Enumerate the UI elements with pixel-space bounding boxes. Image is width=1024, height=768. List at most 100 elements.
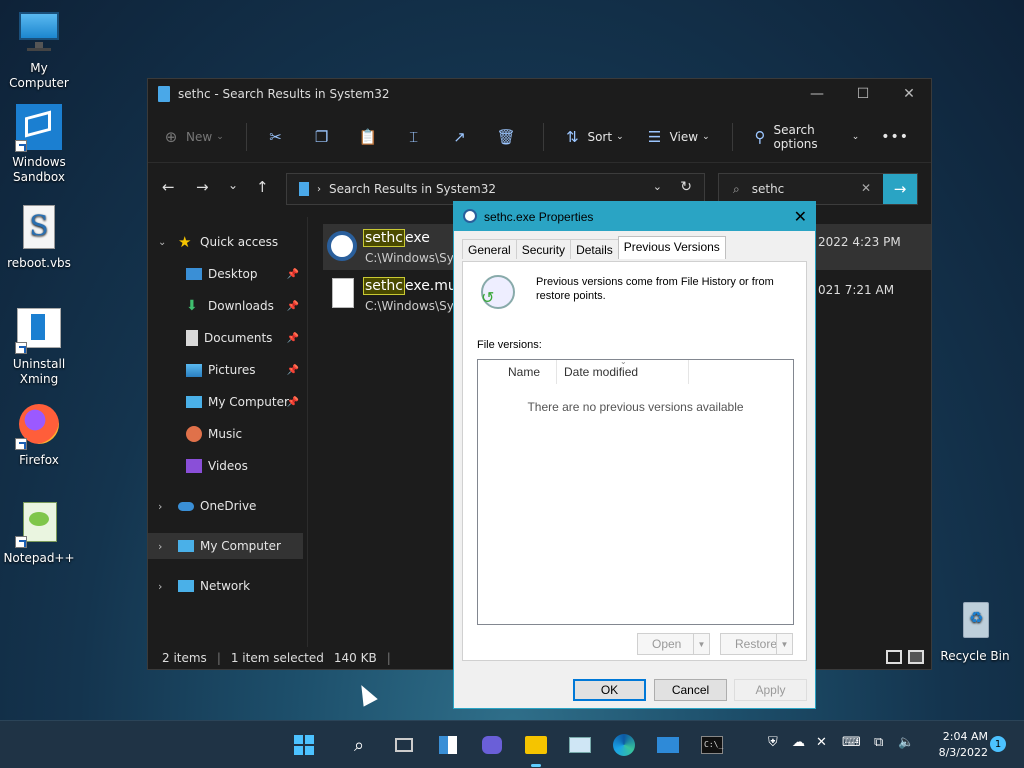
file-versions-list[interactable]: Name Date modified ⌄ There are no previo… (477, 357, 794, 625)
desktop-icon-windows-sandbox[interactable]: Windows Sandbox (0, 104, 78, 185)
more-options-button[interactable]: ••• (881, 129, 909, 145)
empty-versions-message: There are no previous versions available (527, 400, 744, 414)
address-dropdown-icon[interactable]: ⌄ (653, 180, 662, 193)
nav-music[interactable]: Music (148, 421, 303, 447)
xming-icon[interactable]: ✕ (816, 735, 827, 750)
previous-versions-info: Previous versions come from File History… (536, 276, 774, 302)
terminal-icon: C:\_ (701, 736, 723, 754)
tab-previous-versions[interactable]: Previous Versions (617, 236, 726, 259)
nav-onedrive[interactable]: › OneDrive (148, 493, 303, 519)
toolbar-divider (245, 122, 247, 151)
file-explorer-taskbar-button[interactable] (522, 731, 550, 767)
desktop-icon-my-computer[interactable]: My Computer (0, 10, 78, 91)
keyboard-icon[interactable]: ⌨ (842, 735, 861, 750)
sort-button[interactable]: ⇅ Sort ⌄ (563, 128, 623, 146)
recent-chevron-icon[interactable]: ⌄ (228, 178, 238, 192)
defender-shield-icon[interactable]: ⛨ (768, 735, 778, 750)
desktop-icon-reboot-vbs[interactable]: S reboot.vbs (0, 205, 78, 271)
copy-icon: ❐ (314, 127, 329, 146)
maximize-button[interactable]: ☐ (840, 79, 886, 109)
clear-search-icon[interactable]: ✕ (861, 181, 871, 195)
cloud-icon (178, 501, 194, 511)
back-arrow-icon[interactable]: ← (162, 178, 175, 196)
system-clock[interactable]: 2:04 AM 8/3/2022 (939, 729, 988, 761)
dialog-title: sethc.exe Properties (484, 209, 594, 224)
tiles-view-icon[interactable] (908, 650, 924, 664)
pin-icon: 📌 (286, 300, 299, 312)
plus-icon: ⊕ (164, 127, 178, 146)
mail-button[interactable] (654, 731, 682, 759)
desktop-icon-uninstall-xming[interactable]: Uninstall Xming (0, 306, 78, 387)
tab-security[interactable]: Security (515, 239, 572, 259)
dialog-tabs: General Security Details Previous Versio… (462, 236, 726, 259)
terminal-button[interactable]: C:\_ (698, 731, 726, 759)
nav-network[interactable]: › Network (148, 573, 303, 599)
delete-button[interactable]: 🗑 (497, 128, 521, 146)
nav-quick-access[interactable]: ⌄ ★ Quick access (148, 229, 303, 255)
notification-badge[interactable]: 1 (990, 736, 1006, 752)
dialog-title-bar: sethc.exe Properties ✕ (454, 202, 815, 231)
monitor-icon (178, 540, 194, 552)
widgets-button[interactable] (434, 731, 462, 759)
rename-icon: ⌶ (409, 127, 419, 146)
start-button[interactable] (290, 731, 318, 759)
forward-arrow-icon[interactable]: → (196, 178, 209, 196)
nav-videos[interactable]: Videos (148, 453, 303, 479)
close-button[interactable]: ✕ (886, 79, 932, 109)
column-header-date-modified[interactable]: Date modified (564, 360, 638, 384)
paste-button[interactable]: 📋 (359, 128, 383, 146)
nav-desktop[interactable]: Desktop 📌 (148, 261, 303, 287)
view-button[interactable]: ☰ View ⌄ (646, 128, 710, 146)
nav-downloads[interactable]: ⬇ Downloads 📌 (148, 293, 303, 319)
refresh-icon[interactable]: ↻ (680, 179, 692, 195)
desktop-icon-notepadpp[interactable]: Notepad++ (0, 500, 78, 566)
clipboard-icon: 📋 (358, 127, 378, 146)
nav-pane-divider (307, 217, 308, 647)
new-button[interactable]: ⊕ New ⌄ (162, 128, 224, 146)
cut-button[interactable]: ✂ (267, 128, 291, 146)
download-icon: ⬇ (186, 298, 198, 314)
dropdown-triangle-icon[interactable]: ▼ (693, 634, 709, 654)
file-versions-label: File versions: (477, 339, 542, 351)
up-arrow-icon[interactable]: ↑ (256, 178, 269, 196)
desktop-icon-firefox[interactable]: Firefox (0, 402, 78, 468)
dialog-close-button[interactable]: ✕ (794, 207, 807, 227)
volume-icon[interactable]: 🔈 (898, 735, 914, 750)
nav-pictures[interactable]: Pictures 📌 (148, 357, 303, 383)
column-header-name[interactable]: Name (508, 360, 540, 384)
nav-documents[interactable]: Documents 📌 (148, 325, 303, 351)
nav-my-computer[interactable]: › My Computer (148, 533, 303, 559)
network-status-icon[interactable]: ⧉ (874, 735, 883, 750)
folder-icon (299, 182, 309, 196)
details-view-icon[interactable] (886, 650, 902, 664)
nav-my-computer-pinned[interactable]: My Computer 📌 (148, 389, 303, 415)
dropdown-triangle-icon[interactable]: ▼ (776, 634, 792, 654)
edge-browser-button[interactable] (610, 731, 638, 759)
restore-split-button[interactable]: Restore ▼ (720, 633, 793, 655)
desktop-icon-recycle-bin[interactable]: ♻ Recycle Bin (936, 598, 1014, 664)
ok-button[interactable]: OK (573, 679, 646, 701)
rename-button[interactable]: ⌶ (405, 128, 429, 146)
search-taskbar-button[interactable]: ⌕ (345, 731, 373, 759)
trash-icon: 🗑 (496, 127, 516, 146)
restore-clock-icon: ↺ (481, 275, 515, 309)
copy-button[interactable]: ❐ (313, 128, 337, 146)
search-options-button[interactable]: ⚲ Search options ⌄ (753, 123, 859, 151)
teams-chat-button[interactable] (478, 731, 506, 759)
search-go-button[interactable]: → (883, 174, 917, 204)
cancel-button[interactable]: Cancel (654, 679, 727, 701)
minimize-button[interactable]: — (794, 79, 840, 109)
cloud-sync-icon[interactable]: ☁ (792, 735, 805, 750)
view-list-icon: ☰ (647, 127, 662, 146)
widgets-icon (439, 736, 457, 754)
tab-details[interactable]: Details (570, 239, 619, 259)
apply-button[interactable]: Apply (734, 679, 807, 701)
folder-icon (525, 736, 547, 754)
open-split-button[interactable]: Open ▼ (637, 633, 710, 655)
share-button[interactable]: ↗ (451, 128, 475, 146)
resource-monitor-button[interactable] (566, 731, 594, 759)
task-view-button[interactable] (390, 731, 418, 759)
picture-icon (186, 363, 202, 377)
search-settings-icon: ⚲ (754, 127, 766, 146)
tab-general[interactable]: General (462, 239, 517, 259)
